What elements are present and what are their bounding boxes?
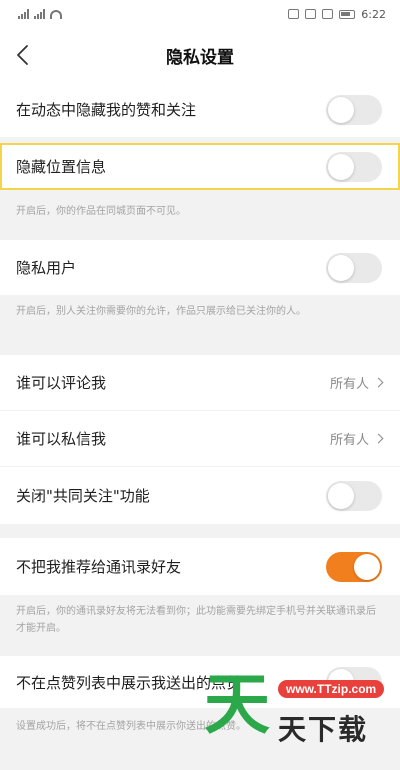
vibrate-icon [322, 9, 334, 19]
who-message-value-text: 所有人 [329, 433, 369, 448]
nfc-icon [288, 9, 300, 19]
row-no-recommend[interactable]: 不把我推荐给通讯录好友 [0, 538, 400, 595]
watermark-url: www.TTzip.com [278, 680, 385, 698]
toggle-knob [328, 254, 354, 281]
header: 隐私设置 [0, 28, 400, 82]
row-hide-location[interactable]: 隐藏位置信息 [0, 143, 400, 190]
row-hide-likes[interactable]: 在动态中隐藏我的赞和关注 [0, 82, 400, 137]
chevron-right-icon [373, 433, 384, 444]
row-hide-location-label: 隐藏位置信息 [16, 158, 107, 176]
watermark: 天 www.TTzip.com 天下载 [198, 668, 388, 750]
status-bar: 6:22 [0, 0, 400, 28]
row-who-message-label: 谁可以私信我 [16, 430, 107, 448]
signal-2-icon [34, 9, 45, 19]
row-private-user[interactable]: 隐私用户 [0, 240, 400, 295]
row-hide-likes-label: 在动态中隐藏我的赞和关注 [16, 101, 197, 119]
toggle-knob [328, 153, 354, 180]
alarm-icon [305, 9, 317, 19]
close-common-toggle[interactable] [326, 480, 382, 511]
toggle-knob [328, 96, 354, 123]
chevron-right-icon [373, 377, 384, 388]
battery-icon [339, 9, 356, 19]
status-left [18, 9, 62, 19]
row-private-user-label: 隐私用户 [16, 259, 77, 277]
wifi-icon [50, 9, 62, 19]
toggle-knob [354, 553, 380, 580]
row-who-comment[interactable]: 谁可以评论我 所有人 [0, 355, 400, 410]
row-who-message[interactable]: 谁可以私信我 所有人 [0, 411, 400, 466]
note-location: 开启后，你的作品在同城页面不可见。 [0, 195, 400, 235]
row-who-comment-label: 谁可以评论我 [16, 374, 107, 392]
row-close-common[interactable]: 关闭"共同关注"功能 [0, 467, 400, 524]
who-comment-value[interactable]: 所有人 [329, 373, 384, 392]
watermark-name: 天下载 [278, 713, 369, 746]
row-close-common-label: 关闭"共同关注"功能 [16, 487, 150, 505]
no-recommend-toggle[interactable] [326, 551, 382, 582]
toggle-knob [328, 482, 354, 509]
status-time: 6:22 [361, 7, 386, 21]
who-message-value[interactable]: 所有人 [329, 429, 384, 448]
signal-icon [18, 9, 29, 19]
note-private: 开启后，别人关注你需要你的允许，作品只展示给已关注你的人。 [0, 295, 400, 355]
private-user-toggle[interactable] [326, 252, 382, 283]
watermark-logo: 天 [204, 666, 270, 743]
back-icon[interactable] [12, 42, 38, 68]
who-comment-value-text: 所有人 [329, 377, 369, 392]
row-no-recommend-label: 不把我推荐给通讯录好友 [16, 558, 182, 576]
page-title: 隐私设置 [166, 47, 234, 68]
hide-likes-toggle[interactable] [326, 94, 382, 125]
note-recommend: 开启后，你的通讯录好友将无法看到你；此功能需要先绑定手机号并关联通讯录后才能开启… [0, 595, 400, 655]
hide-location-toggle[interactable] [326, 151, 382, 182]
status-right: 6:22 [288, 8, 386, 21]
